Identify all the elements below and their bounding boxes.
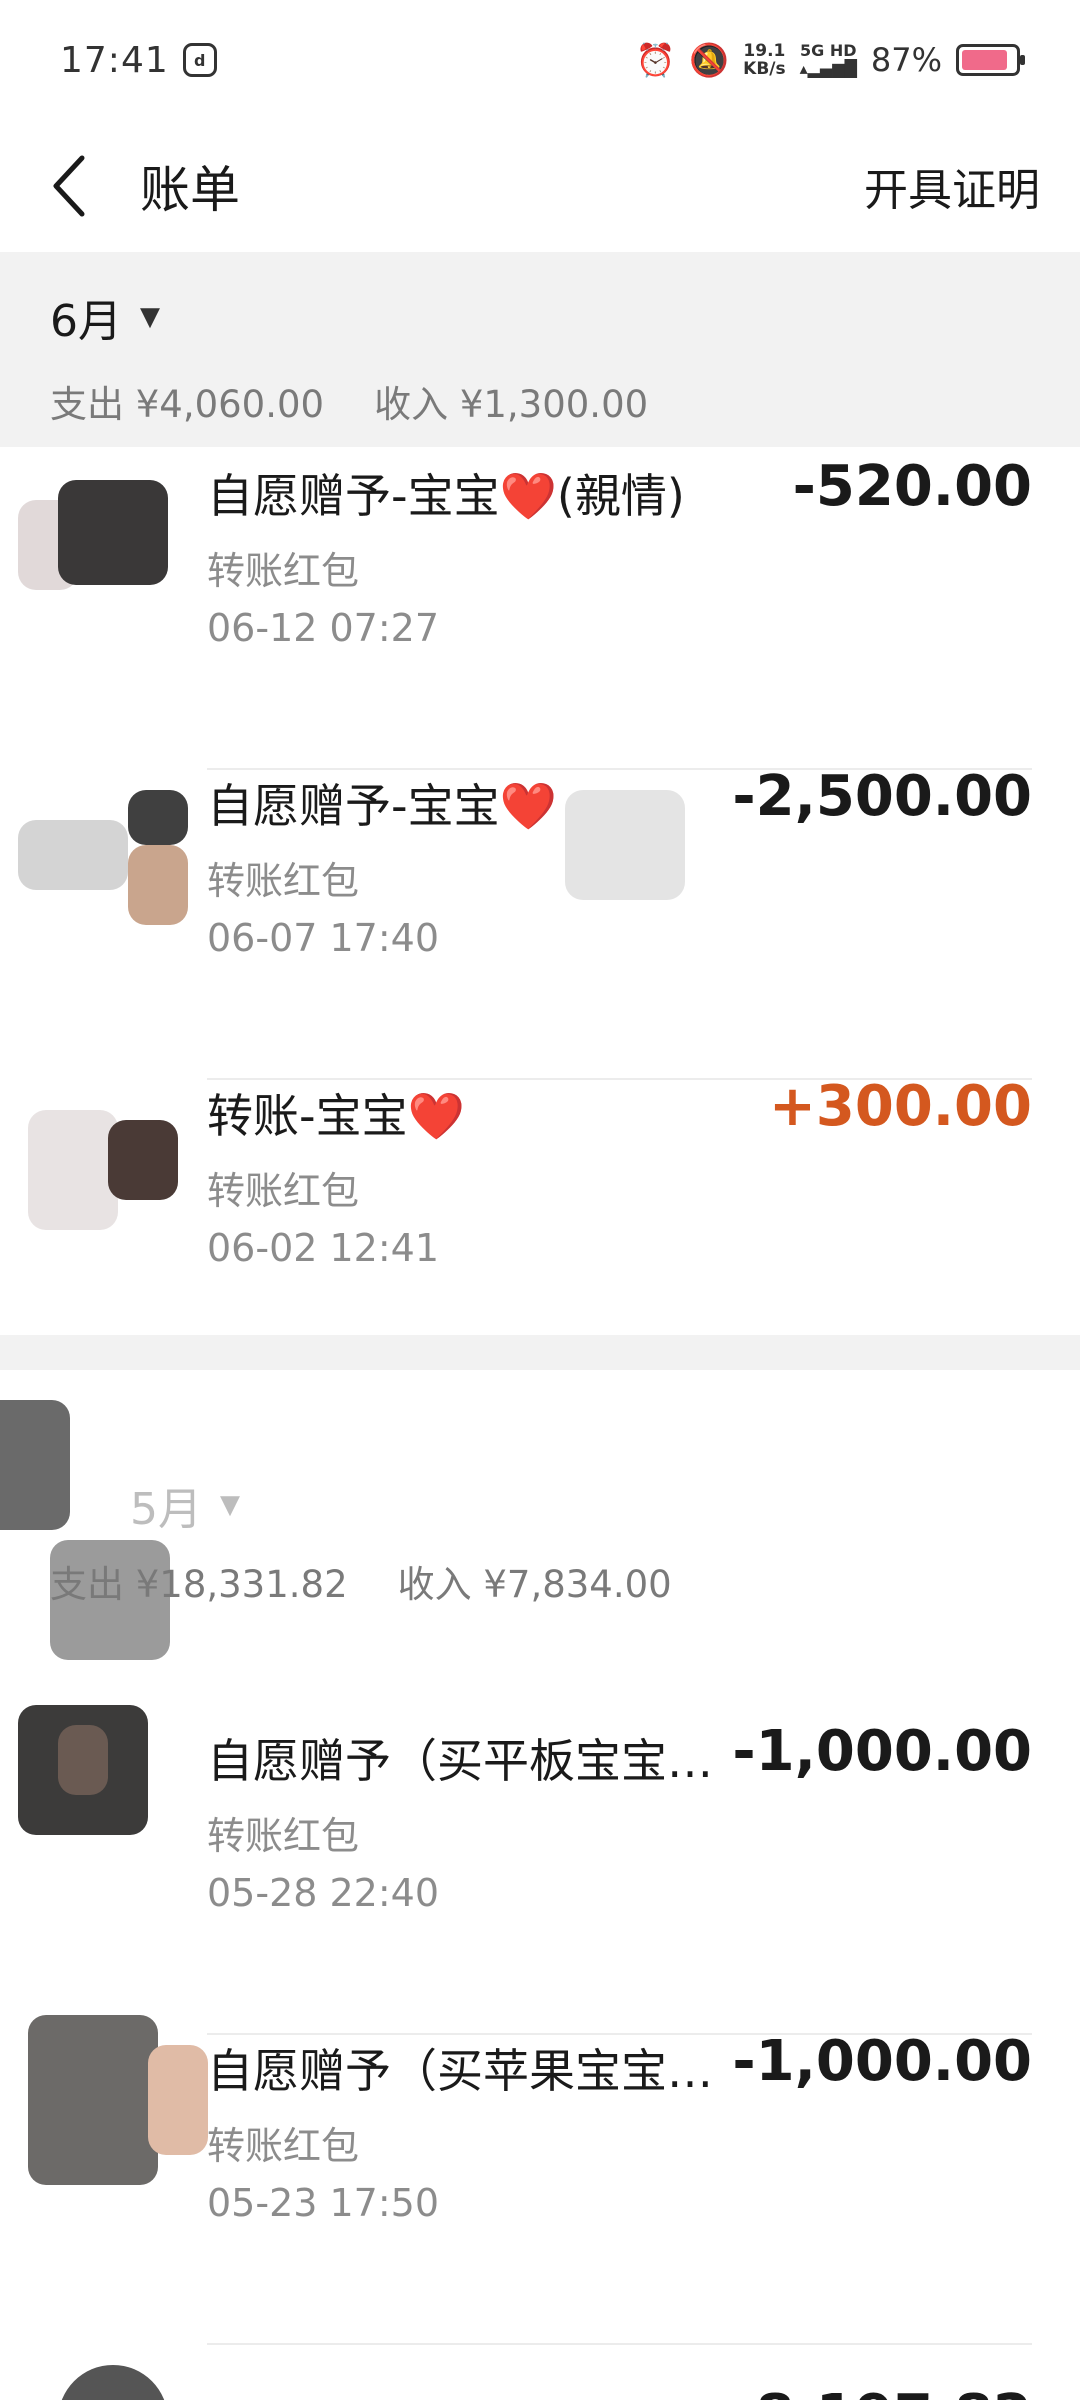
bill-title: 自愿赠予（买苹果宝宝…: [207, 2044, 713, 2098]
alarm-icon: ⏰: [635, 41, 676, 79]
bill-title: 自愿赠予-宝宝❤️(親情): [207, 469, 685, 523]
bill-time: 05-28 22:40: [207, 1871, 440, 1915]
avatar: [18, 1100, 178, 1240]
bill-title: 自愿赠予（买苹果）-宝…: [207, 2389, 730, 2400]
bill-list-june: 自愿赠予-宝宝❤️(親情) 转账红包 06-12 07:27 -520.00 自…: [0, 454, 1080, 1340]
income-total: 收入 ¥1,300.00: [374, 383, 649, 426]
bill-amount: -520.00: [792, 454, 1032, 519]
bill-time: 06-07 17:40: [207, 916, 440, 960]
battery-percent: 87%: [870, 41, 942, 79]
redaction-scribble: [50, 1540, 170, 1660]
status-indicators: ⏰ 🔕 19.1 KB/s 5G HD ▴▂▄▆█ 87%: [635, 41, 1025, 79]
month-header-may: 5月 ▼ 支出 ¥18,331.82 收入 ¥7,834.00: [0, 1370, 1080, 1665]
bill-time: 06-02 12:41: [207, 1226, 440, 1270]
bill-item[interactable]: 自愿赠予-宝宝❤️(親情) 转账红包 06-12 07:27 -520.00: [0, 454, 1080, 770]
bill-amount: +300.00: [768, 1074, 1032, 1139]
bill-time: 05-23 17:50: [207, 2181, 440, 2225]
page-title: 账单: [140, 161, 240, 219]
bill-time: 06-12 07:27: [207, 606, 440, 650]
month-summary: 支出 ¥4,060.00 收入 ¥1,300.00: [50, 352, 1080, 428]
status-bar: 17:41 d ⏰ 🔕 19.1 KB/s 5G HD ▴▂▄▆█ 87%: [0, 0, 1080, 120]
bill-item[interactable]: 自愿赠予（买苹果）-宝… -8,197.82: [0, 2345, 1080, 2400]
issue-certificate-button[interactable]: 开具证明: [864, 154, 1040, 218]
avatar: [18, 1705, 178, 1845]
month-selector[interactable]: 6月 ▼: [50, 252, 1080, 352]
redaction-scribble: [0, 1400, 70, 1530]
month-label[interactable]: 6月: [50, 285, 122, 349]
bill-amount: -8,197.82: [732, 2383, 1032, 2400]
app-notification-icon: d: [182, 43, 217, 77]
avatar: [18, 2365, 178, 2400]
bill-item[interactable]: 自愿赠予-宝宝❤️ 转账红包 06-07 17:40 -2,500.00: [0, 764, 1080, 1080]
bell-muted-icon: 🔕: [689, 41, 730, 79]
bill-title: 转账-宝宝❤️: [207, 1089, 465, 1143]
bill-amount: -1,000.00: [732, 1719, 1032, 1784]
redaction-scribble: [565, 790, 685, 900]
bill-type: 转账红包: [207, 549, 360, 593]
battery-fill: [962, 50, 1008, 70]
bill-type: 转账红包: [207, 2124, 360, 2168]
bill-list-may: 自愿赠予（买平板宝宝… 转账红包 05-28 22:40 -1,000.00 自…: [0, 1665, 1080, 2400]
bill-title: 自愿赠予（买平板宝宝…: [207, 1734, 713, 1788]
bill-amount: -2,500.00: [732, 764, 1032, 829]
bill-type: 转账红包: [207, 1814, 360, 1858]
bill-item[interactable]: 自愿赠予（买平板宝宝… 转账红包 05-28 22:40 -1,000.00: [0, 1705, 1080, 2035]
avatar: [18, 480, 178, 620]
battery-icon: [956, 44, 1025, 76]
section-gap: [0, 1335, 1080, 1370]
month-selector[interactable]: 5月 ▼: [50, 1370, 1080, 1535]
expense-total: 支出 ¥4,060.00: [50, 383, 325, 426]
avatar: [18, 2015, 208, 2185]
bill-type: 转账红包: [207, 859, 360, 903]
bill-item[interactable]: 自愿赠予（买苹果宝宝… 转账红包 05-23 17:50 -1,000.00: [0, 2015, 1080, 2345]
bill-title: 自愿赠予-宝宝❤️: [207, 779, 557, 833]
caret-down-icon[interactable]: ▼: [220, 1490, 240, 1520]
status-time: 17:41: [60, 39, 169, 81]
bill-type: 转账红包: [207, 1169, 360, 1213]
avatar: [18, 790, 188, 930]
network-speed: 19.1 KB/s: [743, 41, 786, 79]
month-header-june: 6月 ▼ 支出 ¥4,060.00 收入 ¥1,300.00: [0, 252, 1080, 447]
signal-icon: 5G HD ▴▂▄▆█: [799, 41, 857, 78]
bill-amount: -1,000.00: [732, 2029, 1032, 2094]
nav-bar: 账单 开具证明: [0, 120, 1080, 252]
income-total: 收入 ¥7,834.00: [397, 1563, 672, 1606]
caret-down-icon[interactable]: ▼: [140, 302, 160, 332]
month-summary: 支出 ¥18,331.82 收入 ¥7,834.00: [50, 1530, 1080, 1608]
back-arrow-icon[interactable]: [40, 155, 100, 217]
month-label[interactable]: 5月: [130, 1473, 202, 1537]
